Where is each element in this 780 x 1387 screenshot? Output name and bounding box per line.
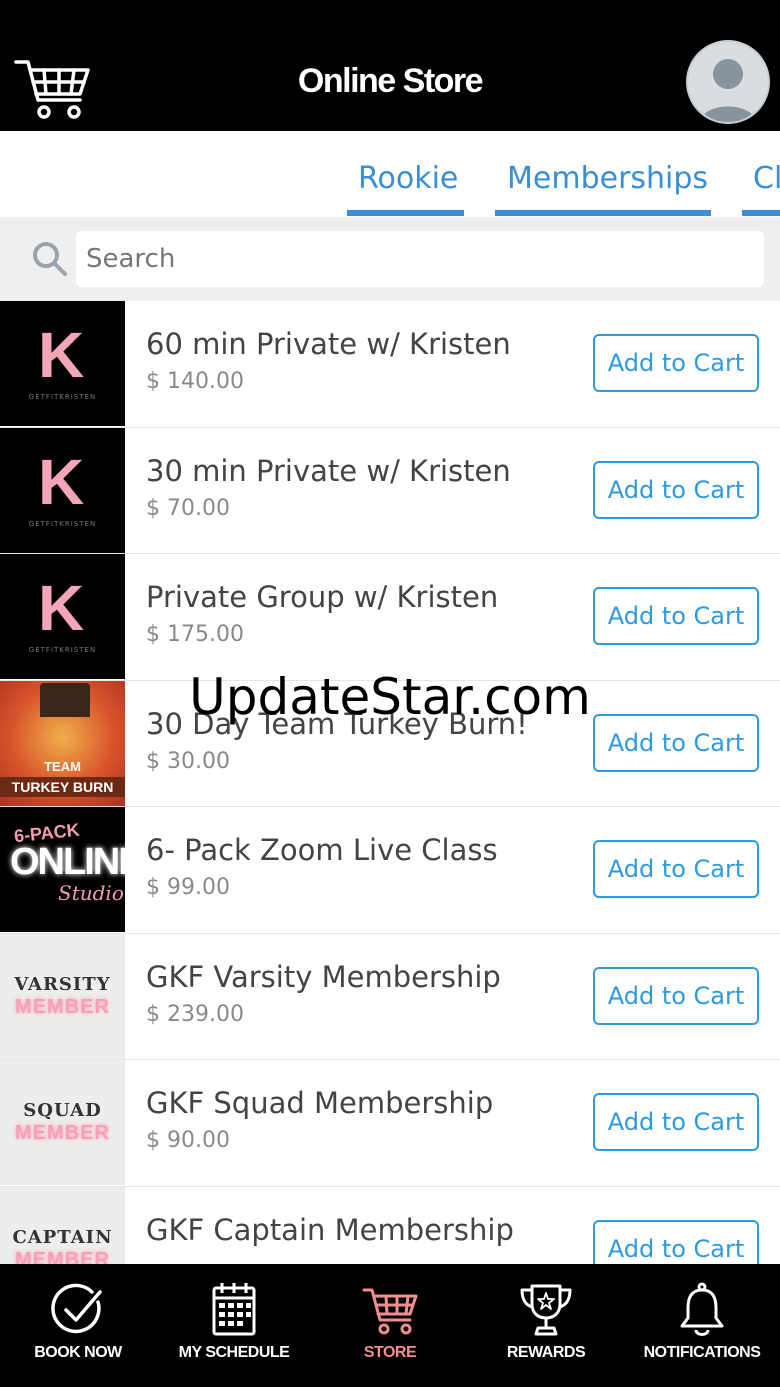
product-price: $ 239.00 (146, 1001, 244, 1027)
thumb-text: ONLINE (10, 841, 125, 883)
check-circle-icon (48, 1280, 108, 1340)
nav-label: REWARDS (506, 1344, 586, 1361)
add-to-cart-button[interactable]: Add to Cart (593, 334, 759, 392)
logo-letter: K (38, 319, 85, 391)
product-thumbnail: K GETFITKRISTEN (0, 301, 125, 426)
thumb-text: TEAM (44, 758, 81, 774)
thumb-text: MEMBER (15, 995, 110, 1018)
logo-letter: K (38, 572, 85, 644)
tab-classes[interactable]: Cl (753, 161, 780, 196)
search-input[interactable] (76, 231, 764, 287)
thumb-text: Studio (58, 881, 124, 905)
tab-memberships[interactable]: Memberships (507, 161, 708, 196)
product-price: $ 175.00 (146, 622, 244, 647)
product-thumbnail: VARSITY MEMBER (0, 933, 125, 1059)
nav-label: STORE (363, 1344, 417, 1361)
product-thumbnail: CAPTAIN MEMBER (0, 1186, 125, 1265)
tab-underline (347, 210, 464, 216)
product-name: GKF Squad Membership (146, 1086, 494, 1120)
product-thumbnail: SQUAD MEMBER (0, 1060, 125, 1185)
page-title: Online Store (297, 62, 484, 100)
tab-rookie[interactable]: Rookie (358, 161, 458, 196)
product-thumbnail: K GETFITKRISTEN (0, 427, 125, 553)
thumb-text: TURKEY BURN (0, 776, 125, 797)
turkey-hat-graphic (40, 682, 90, 717)
list-item: 6-PACK ONLINE Studio 6- Pack Zoom Live C… (0, 807, 780, 934)
thumb-text: VARSITY (14, 973, 111, 995)
product-price: $ 99.00 (146, 875, 230, 900)
product-name: Private Group w/ Kristen (146, 580, 499, 614)
add-to-cart-button[interactable]: Add to Cart (593, 1093, 759, 1151)
list-item: K GETFITKRISTEN Private Group w/ Kristen… (0, 554, 780, 681)
add-to-cart-button[interactable]: Add to Cart (593, 587, 759, 645)
logo-subtext: GETFITKRISTEN (28, 519, 97, 528)
nav-label: NOTIFICATIONS (643, 1344, 761, 1361)
product-name: 6- Pack Zoom Live Class (146, 833, 498, 867)
category-tabs: Rookie Memberships Cl (0, 131, 780, 217)
list-item: SQUAD MEMBER GKF Squad Membership $ 90.0… (0, 1060, 780, 1187)
search-icon (30, 239, 70, 279)
thumb-text: MEMBER (15, 1122, 110, 1144)
shopping-cart-icon (360, 1280, 420, 1340)
logo-subtext: GETFITKRISTEN (28, 646, 97, 654)
product-thumbnail: 6-PACK ONLINE Studio (0, 807, 125, 932)
user-avatar-icon[interactable] (686, 40, 770, 124)
tab-underline (742, 210, 780, 216)
thumb-text: MEMBER (15, 1248, 110, 1265)
product-price: $ 140.00 (146, 369, 244, 394)
product-price: $ 70.00 (146, 495, 230, 521)
nav-rewards[interactable]: REWARDS (468, 1264, 624, 1387)
product-price: $ 30.00 (146, 748, 230, 774)
app-header: Online Store (0, 0, 780, 131)
product-thumbnail: TEAM TURKEY BURN (0, 680, 125, 806)
thumb-text: SQUAD (23, 1100, 102, 1121)
list-item: K GETFITKRISTEN 60 min Private w/ Kriste… (0, 301, 780, 428)
nav-label: MY SCHEDULE (178, 1344, 290, 1361)
add-to-cart-button[interactable]: Add to Cart (593, 460, 759, 519)
nav-store[interactable]: STORE (312, 1264, 468, 1387)
list-item: TEAM TURKEY BURN 30 Day Team Turkey Burn… (0, 680, 780, 807)
nav-notifications[interactable]: NOTIFICATIONS (624, 1264, 780, 1387)
nav-book-now[interactable]: BOOK NOW (0, 1264, 156, 1387)
add-to-cart-button[interactable]: Add to Cart (593, 840, 759, 898)
product-name: GKF Varsity Membership (146, 959, 501, 994)
product-name: GKF Captain Membership (146, 1212, 514, 1247)
thumb-text: CAPTAIN (12, 1226, 113, 1248)
logo-subtext: GETFITKRISTEN (28, 393, 97, 401)
product-price: $ 90.00 (146, 1128, 230, 1153)
product-name: 30 min Private w/ Kristen (146, 453, 511, 488)
add-to-cart-button[interactable]: Add to Cart (593, 713, 759, 772)
list-item: CAPTAIN MEMBER GKF Captain Membership Ad… (0, 1186, 780, 1265)
list-item: K GETFITKRISTEN 30 min Private w/ Kriste… (0, 427, 780, 554)
nav-my-schedule[interactable]: MY SCHEDULE (156, 1264, 312, 1387)
product-thumbnail: K GETFITKRISTEN (0, 554, 125, 679)
add-to-cart-button[interactable]: Add to Cart (593, 1219, 759, 1264)
nav-label: BOOK NOW (34, 1344, 122, 1361)
list-item: VARSITY MEMBER GKF Varsity Membership $ … (0, 933, 780, 1060)
product-name: 60 min Private w/ Kristen (146, 327, 511, 361)
logo-letter: K (38, 445, 85, 518)
bottom-nav: BOOK NOW MY SCHEDULE STORE REWARDS NOTIF… (0, 1264, 780, 1387)
trophy-icon (516, 1280, 576, 1340)
calendar-icon (204, 1280, 264, 1340)
add-to-cart-button[interactable]: Add to Cart (593, 966, 759, 1025)
tab-underline (495, 210, 711, 216)
product-list: K GETFITKRISTEN 60 min Private w/ Kriste… (0, 301, 780, 1264)
product-name: 30 Day Team Turkey Burn! (146, 706, 528, 741)
search-bar (0, 217, 780, 301)
bell-icon (672, 1280, 732, 1340)
